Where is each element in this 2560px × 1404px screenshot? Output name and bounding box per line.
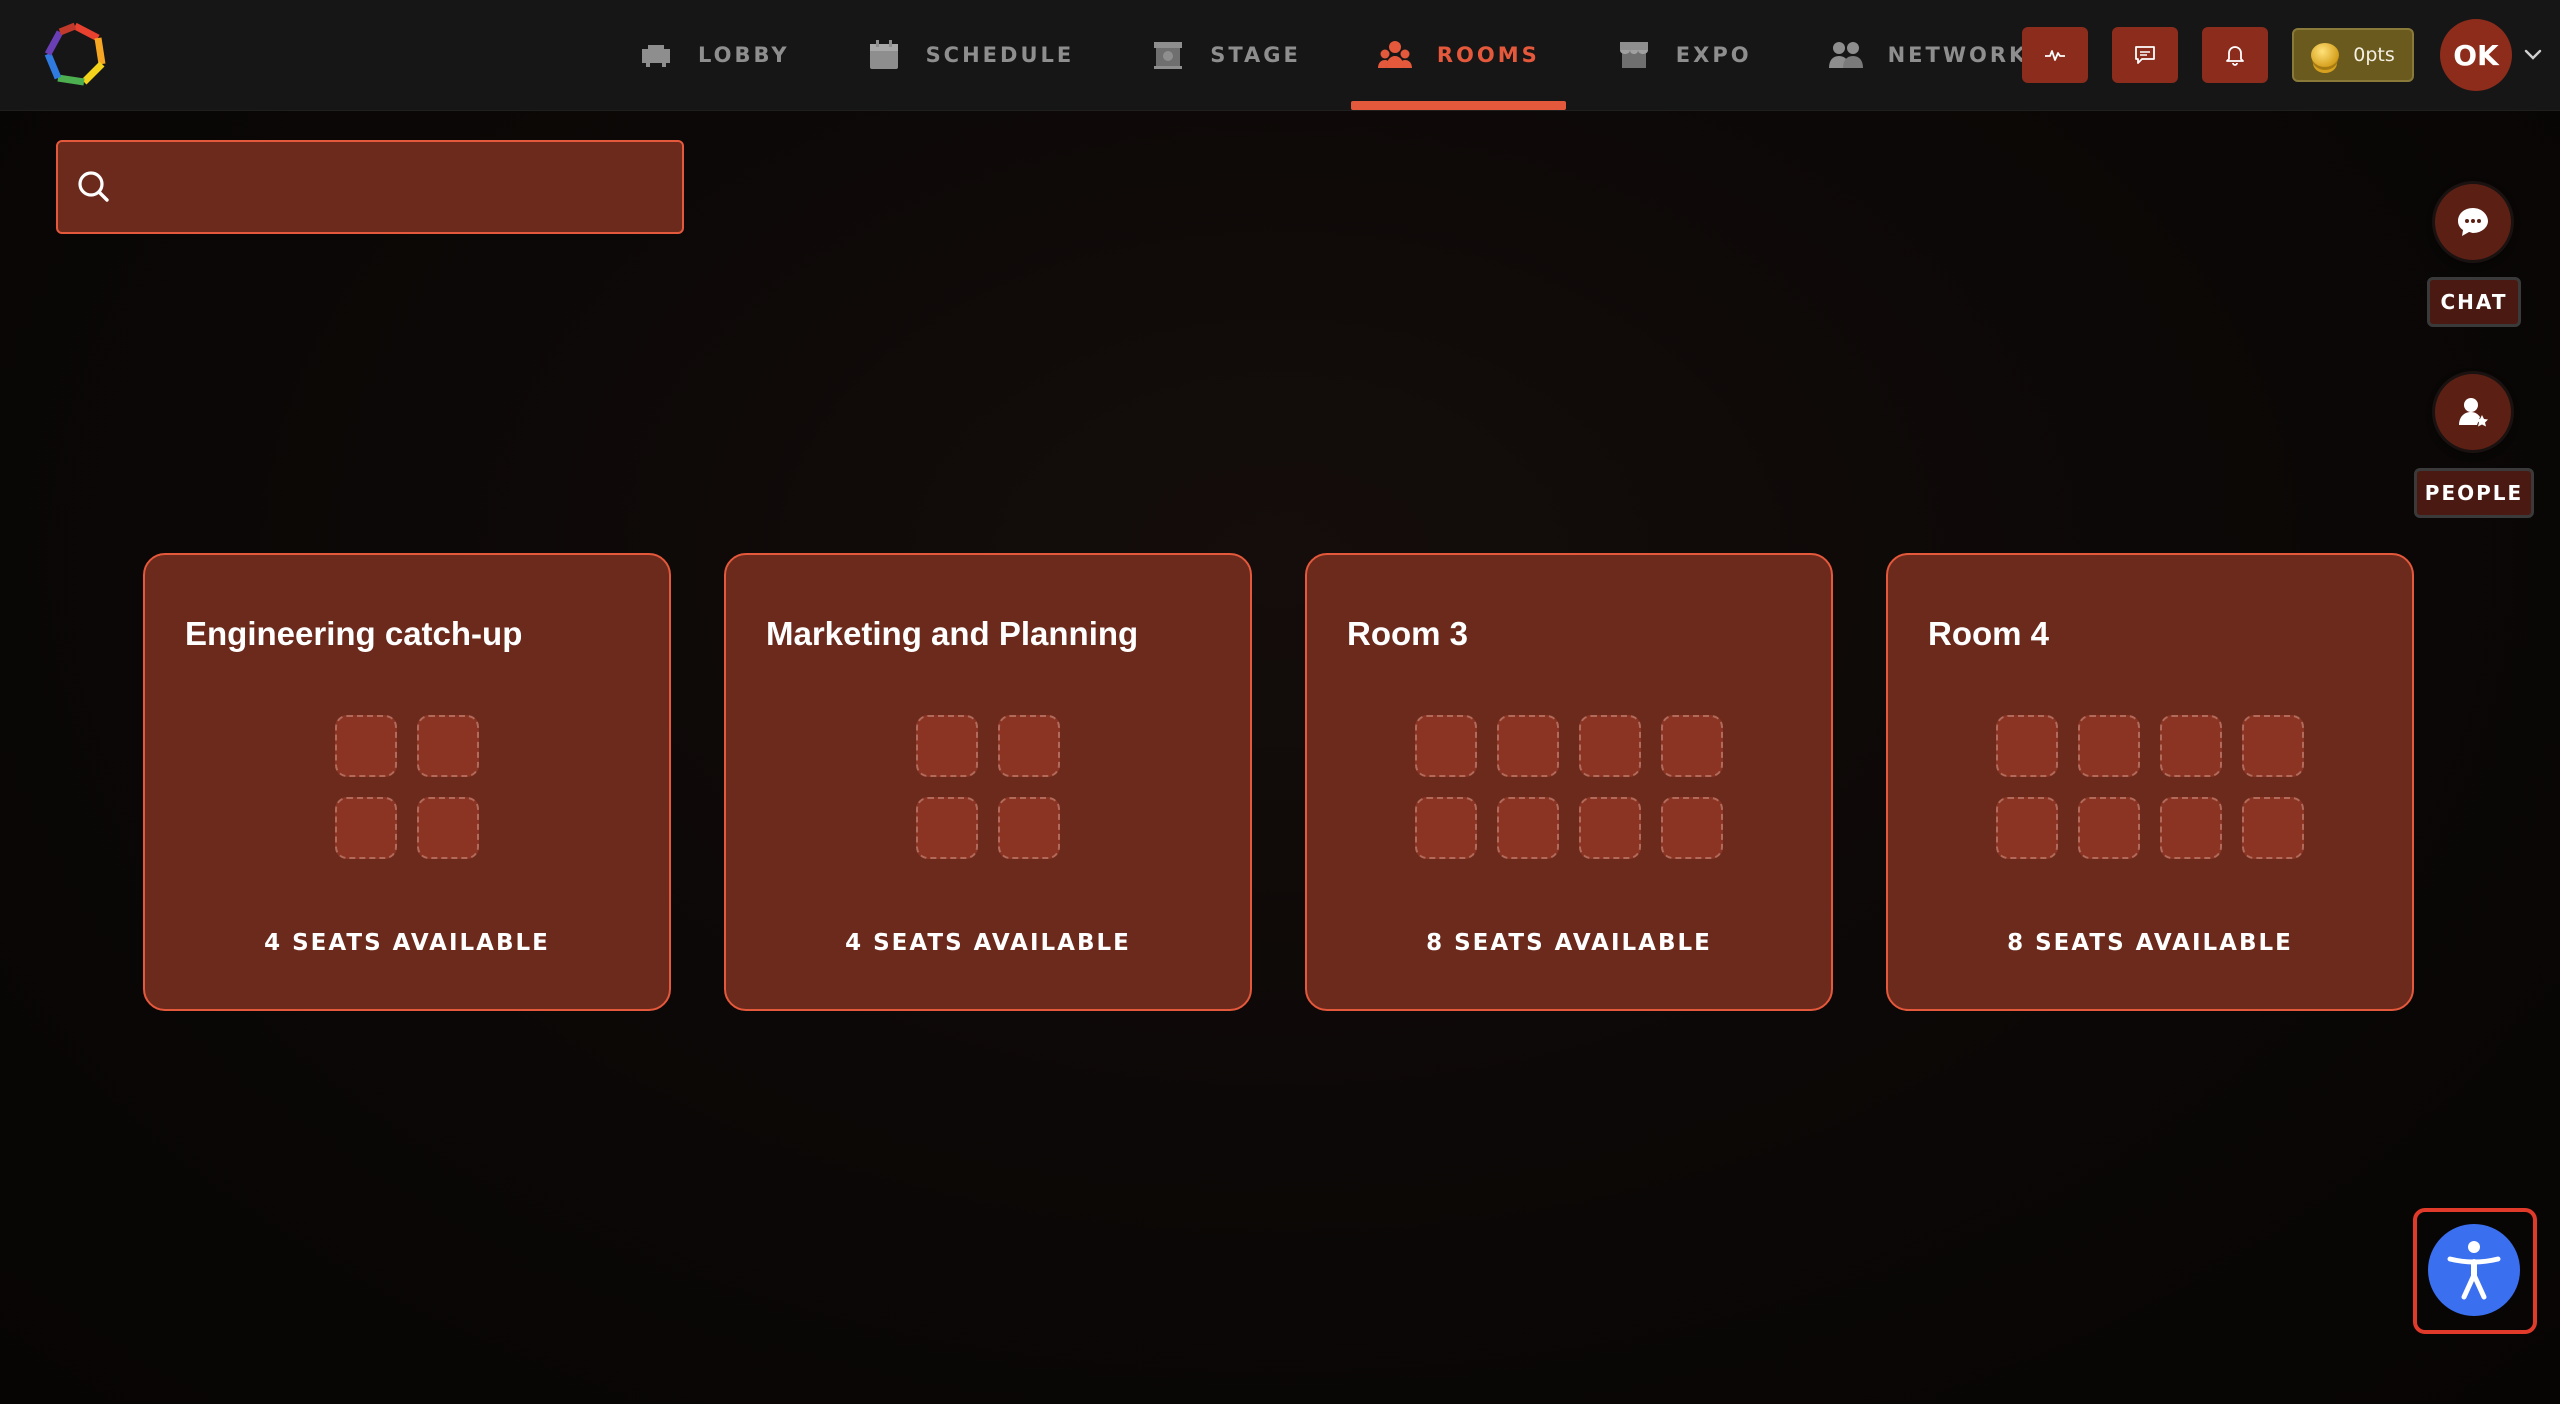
nav-label-lobby: LOBBY <box>698 43 790 67</box>
nav-item-stage[interactable]: STAGE <box>1124 0 1327 110</box>
seat[interactable] <box>1579 797 1641 859</box>
chat-label[interactable]: CHAT <box>2427 277 2521 327</box>
seat[interactable] <box>2160 797 2222 859</box>
search-input[interactable] <box>124 156 664 218</box>
room-name: Room 4 <box>1928 615 2050 652</box>
stage-icon <box>1150 39 1186 71</box>
seat[interactable] <box>335 797 397 859</box>
seat[interactable] <box>916 715 978 777</box>
room-name: Room 3 <box>1347 615 1469 652</box>
seat[interactable] <box>998 797 1060 859</box>
nav-label-schedule: SCHEDULE <box>925 43 1075 67</box>
store-icon <box>1616 39 1652 71</box>
seat[interactable] <box>1661 797 1723 859</box>
notifications-button[interactable] <box>2202 27 2268 83</box>
seats-grid <box>145 715 669 859</box>
search-icon <box>78 171 109 202</box>
room-card[interactable]: Marketing and Planning 4 SEATS AVAILABLE <box>724 553 1252 1011</box>
room-card[interactable]: Room 4 8 SEATS AVAILABLE <box>1886 553 2414 1011</box>
seat[interactable] <box>998 715 1060 777</box>
nav-item-rooms[interactable]: ROOMS <box>1350 0 1566 110</box>
seat[interactable] <box>417 797 479 859</box>
points-badge[interactable]: 0pts <box>2292 28 2414 82</box>
seats-available-label: 8 SEATS AVAILABLE <box>1426 930 1712 956</box>
person-star-icon <box>2459 398 2488 427</box>
nav-item-lobby[interactable]: LOBBY <box>612 0 816 110</box>
points-label: 0pts <box>2353 44 2395 66</box>
rooms-grid: Engineering catch-up 4 SEATS AVAILABLE M… <box>143 553 2414 1011</box>
seat[interactable] <box>2078 797 2140 859</box>
seat[interactable] <box>417 715 479 777</box>
main-nav: LOBBY SCHEDULE STAGE ROOMS EXPO NETWORKI… <box>612 0 2130 110</box>
calendar-icon <box>866 39 902 71</box>
chat-bubble-icon <box>2458 208 2488 236</box>
room-name: Marketing and Planning <box>766 615 1139 652</box>
people-group-icon <box>1377 39 1413 71</box>
seat[interactable] <box>335 715 397 777</box>
people-button[interactable] <box>2435 374 2511 450</box>
seat[interactable] <box>2160 715 2222 777</box>
chat-button[interactable] <box>2435 184 2511 260</box>
bell-icon <box>2226 46 2244 66</box>
top-bar: LOBBY SCHEDULE STAGE ROOMS EXPO NETWORKI… <box>0 0 2560 111</box>
seats-available-label: 8 SEATS AVAILABLE <box>2007 930 2293 956</box>
coins-icon <box>2311 43 2340 67</box>
seat[interactable] <box>1579 715 1641 777</box>
seat[interactable] <box>916 797 978 859</box>
accessibility-icon <box>2447 1241 2501 1300</box>
messages-button[interactable] <box>2112 27 2178 83</box>
seat[interactable] <box>1996 797 2058 859</box>
room-card[interactable]: Engineering catch-up 4 SEATS AVAILABLE <box>143 553 671 1011</box>
seats-grid <box>726 715 1250 859</box>
accessibility-button[interactable] <box>2428 1224 2520 1316</box>
pulse-icon <box>2045 50 2065 61</box>
nav-label-expo: EXPO <box>1675 43 1752 67</box>
nav-label-rooms: ROOMS <box>1436 43 1540 67</box>
room-card[interactable]: Room 3 8 SEATS AVAILABLE <box>1305 553 1833 1011</box>
seat[interactable] <box>1497 715 1559 777</box>
seats-available-label: 4 SEATS AVAILABLE <box>845 930 1131 956</box>
seat[interactable] <box>2242 715 2304 777</box>
seat[interactable] <box>2242 797 2304 859</box>
avatar[interactable]: OK <box>2440 19 2512 91</box>
seat[interactable] <box>1415 715 1477 777</box>
sofa-icon <box>638 39 674 71</box>
seat[interactable] <box>1497 797 1559 859</box>
seat[interactable] <box>2078 715 2140 777</box>
seats-available-label: 4 SEATS AVAILABLE <box>264 930 550 956</box>
nav-item-expo[interactable]: EXPO <box>1590 0 1778 110</box>
room-name: Engineering catch-up <box>185 615 523 652</box>
seats-grid <box>1307 715 1831 859</box>
people-label[interactable]: PEOPLE <box>2414 468 2534 518</box>
activity-button[interactable] <box>2022 27 2088 83</box>
seat[interactable] <box>1415 797 1477 859</box>
app-logo[interactable] <box>40 20 110 90</box>
seat[interactable] <box>1996 715 2058 777</box>
room-search[interactable] <box>56 140 684 234</box>
nav-item-schedule[interactable]: SCHEDULE <box>840 0 1101 110</box>
seats-grid <box>1888 715 2412 859</box>
networking-icon <box>1828 39 1864 71</box>
top-actions: 0pts OK <box>1998 0 2560 110</box>
nav-label-stage: STAGE <box>1210 43 1301 67</box>
message-icon <box>2135 46 2155 64</box>
seat[interactable] <box>1661 715 1723 777</box>
chevron-down-icon[interactable] <box>2516 49 2550 61</box>
